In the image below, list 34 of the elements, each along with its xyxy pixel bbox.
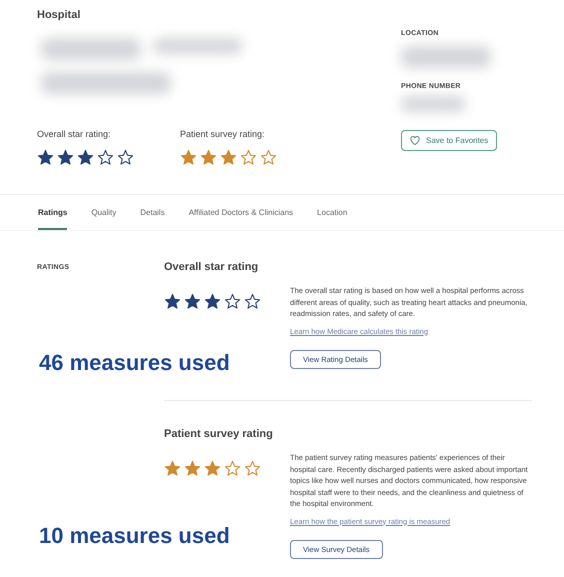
filled-star-icon [57,149,74,166]
tab[interactable]: Ratings [38,207,68,230]
measures-count: 10 measures used [39,522,230,550]
save-to-favorites-button[interactable]: Save to Favorites [401,130,498,151]
filled-star-icon [204,460,221,476]
filled-star-icon [220,149,237,166]
filled-star-icon [77,149,94,166]
rating-label: Patient survey rating: [180,128,266,141]
filled-star-icon [164,292,181,310]
tab[interactable]: Location [317,207,348,230]
filled-star-icon [184,460,201,476]
filled-star-icon [180,149,197,166]
facility-type: Hospital [37,8,82,23]
rating-label: Overall star rating: [37,128,112,141]
filled-star-icon [184,292,201,310]
tab[interactable]: Quality [91,207,116,230]
section-title: Patient survey rating [164,427,274,442]
filled-star-icon [200,149,217,166]
empty-star-icon [260,149,277,166]
tab[interactable]: Details [140,207,165,230]
empty-star-icon [117,149,134,166]
empty-star-icon [97,149,114,166]
tab[interactable]: Affiliated Doctors & Clinicians [188,207,294,230]
empty-star-icon [224,292,241,310]
filled-star-icon [164,460,181,476]
empty-star-icon [224,460,241,476]
measures-count: 46 measures used [39,349,230,377]
filled-star-icon [204,292,221,310]
empty-star-icon [244,460,261,476]
section-title: Overall star rating [164,260,260,275]
empty-star-icon [244,292,261,310]
empty-star-icon [240,149,257,166]
filled-star-icon [37,149,54,166]
heart-icon [410,136,420,145]
